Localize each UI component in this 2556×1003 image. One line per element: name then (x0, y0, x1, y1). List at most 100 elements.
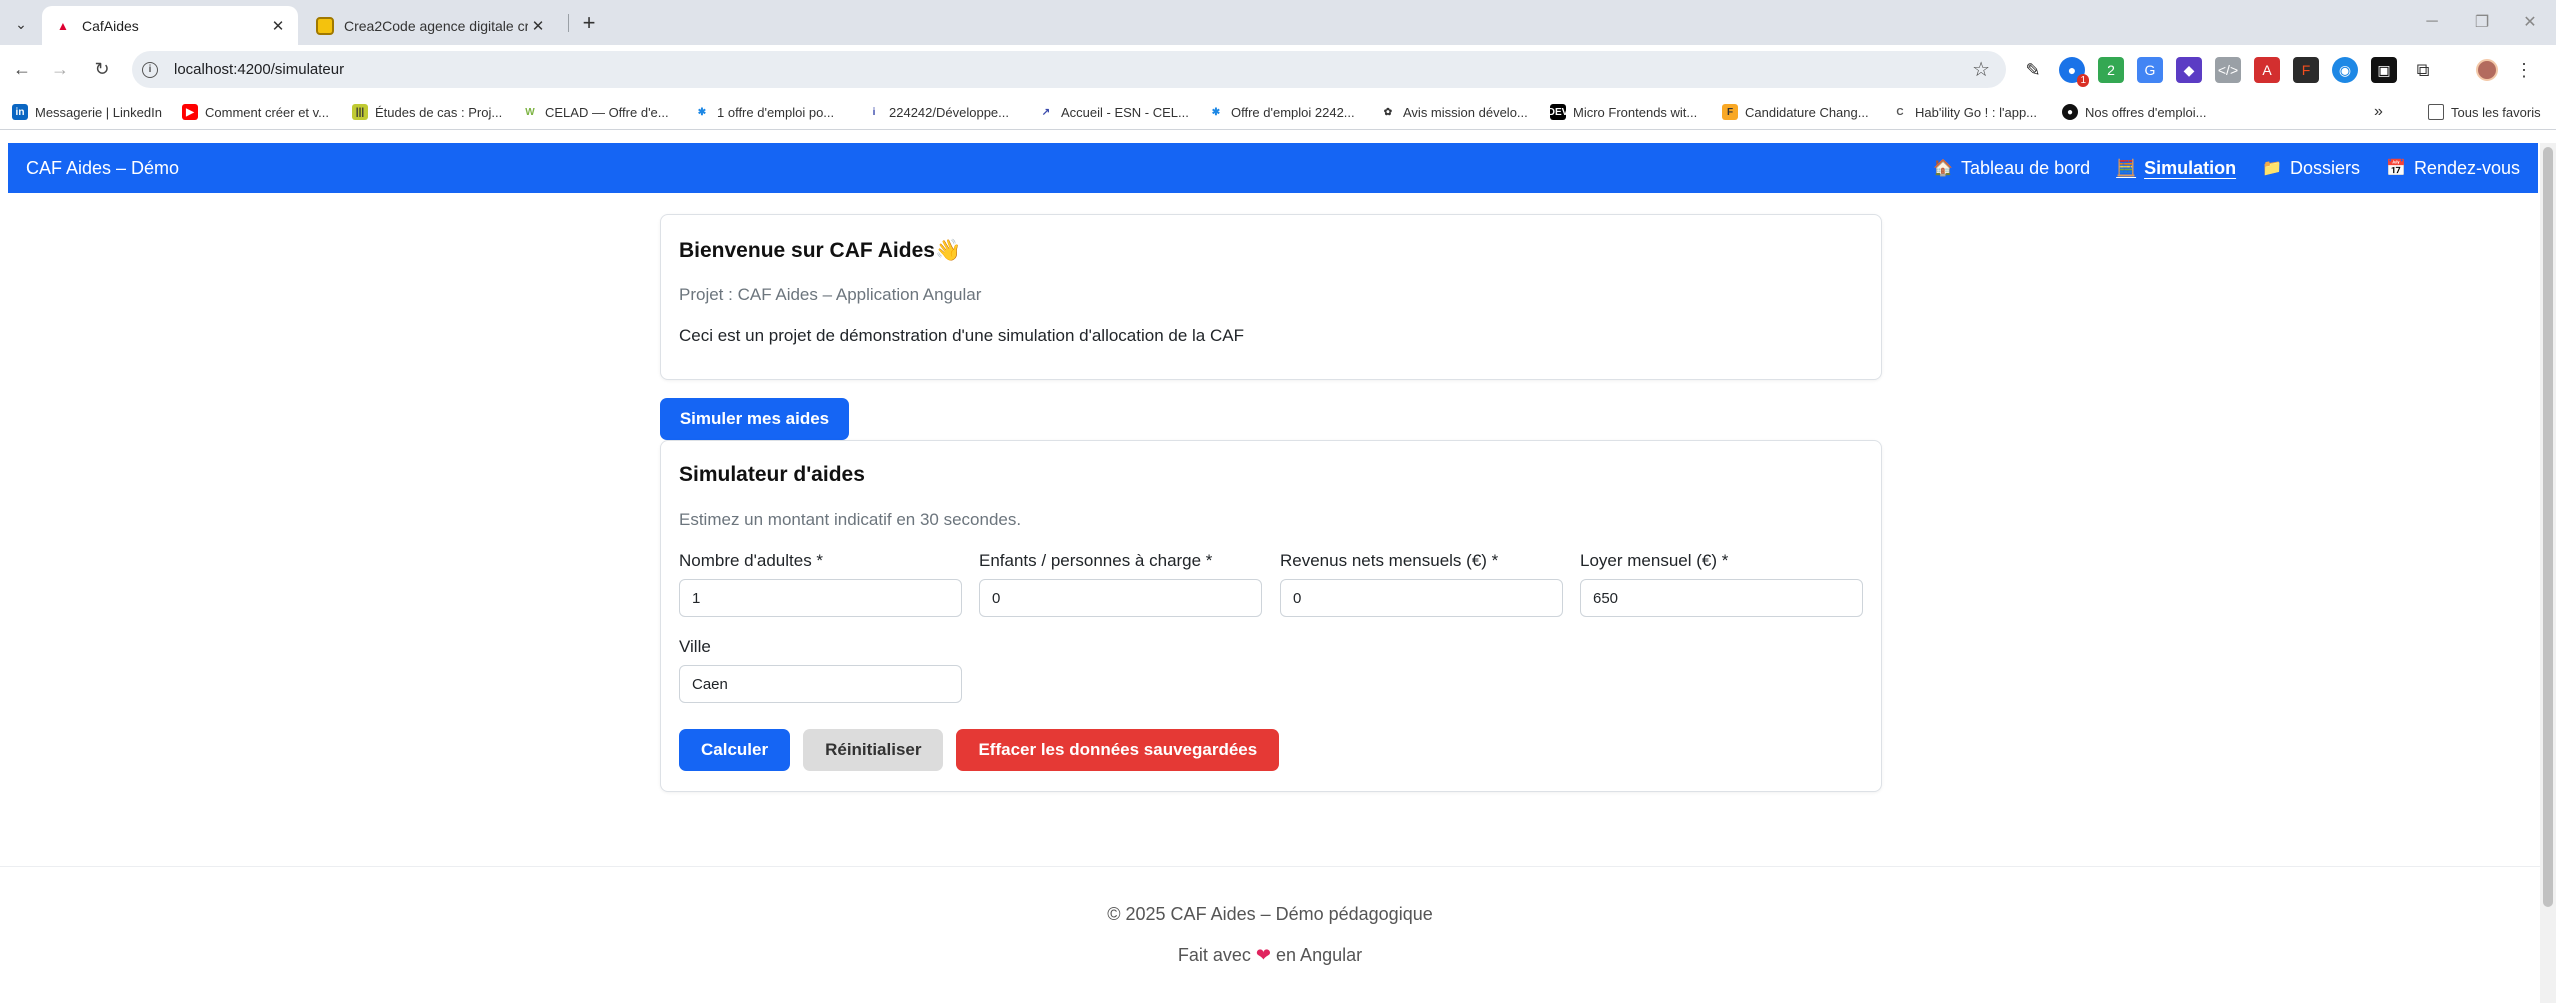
extension-2-icon[interactable]: 2 (2098, 57, 2124, 83)
app-viewport: CAF Aides – Démo 🏠 Tableau de bord 🧮 Simul… (0, 131, 2556, 1003)
browser-tab-strip: ⌄ ▲ CafAides ✕ Crea2Code agence digitale… (0, 0, 2556, 45)
reset-button[interactable]: Réinitialiser (803, 729, 944, 771)
bookmark-item[interactable]: ● Nos offres d'emploi... (2062, 102, 2206, 122)
divider (2449, 57, 2463, 83)
nav-dashboard[interactable]: 🏠 Tableau de bord (1933, 158, 2090, 179)
calculate-button[interactable]: Calculer (679, 729, 791, 771)
all-bookmarks[interactable]: Tous les favoris (2428, 102, 2541, 122)
kebab-menu-icon[interactable]: ⋮ (2511, 57, 2537, 83)
extensions-puzzle-icon[interactable]: ⧉ (2410, 57, 2436, 83)
nav-rendez-vous[interactable]: 📅 Rendez-vous (2386, 158, 2520, 179)
folder-icon (2428, 104, 2444, 120)
f-icon: F (1722, 104, 1738, 120)
simulator-title: Simulateur d'aides (679, 463, 865, 486)
footer-copyright: © 2025 CAF Aides – Démo pédagogique (1107, 904, 1433, 924)
openai-icon: ✿ (1380, 104, 1396, 120)
extension-badge-icon[interactable]: ● 1 (2059, 57, 2089, 87)
restore-icon[interactable]: ❐ (2460, 8, 2504, 36)
browser-toolbar: ← → ↻ i localhost:4200/simulateur ☆ ✎ ● 1… (0, 45, 2556, 94)
minimize-icon[interactable]: ─ (2410, 8, 2454, 36)
tab-title: CafAides (82, 17, 139, 34)
bookmark-item[interactable]: ▶ Comment créer et v... (182, 102, 329, 122)
city-input[interactable] (679, 665, 962, 703)
youtube-icon: ▶ (182, 104, 198, 120)
reload-icon[interactable]: ↻ (88, 55, 116, 83)
tab-title: Crea2Code agence digitale créa (344, 17, 528, 34)
extensions-row: ✎ ● 1 2 G ◆ </> A F ◉ ▣ ⧉ ⋮ (2020, 55, 2537, 87)
bookmark-item[interactable]: ✱ 1 offre d'emploi po... (694, 102, 834, 122)
bookmark-star-icon[interactable]: ☆ (1972, 57, 1990, 82)
address-bar[interactable]: i localhost:4200/simulateur ☆ (132, 51, 2006, 88)
bookmark-item[interactable]: ✿ Avis mission dévelo... (1380, 102, 1528, 122)
adults-field: Nombre d'adultes * (679, 551, 962, 617)
crea2code-icon (316, 16, 334, 35)
window-close-icon[interactable]: ✕ (2508, 8, 2552, 36)
terminal-icon[interactable]: ▣ (2371, 57, 2397, 83)
close-icon[interactable]: ✕ (528, 16, 548, 36)
waving-hand-icon: 👋 (934, 239, 962, 262)
new-tab-plus-icon[interactable]: + (576, 10, 602, 36)
heart-icon: ❤ (1255, 945, 1272, 965)
bookmark-item[interactable]: DEV Micro Frontends wit... (1548, 102, 1697, 122)
profile-avatar[interactable] (2476, 59, 2498, 81)
more-bookmarks-chevron-icon[interactable]: » (2374, 102, 2383, 122)
home-icon: 🏠 (1933, 160, 1954, 177)
linkedin-icon: in (12, 104, 28, 120)
bookmark-item[interactable]: ↗ Accueil - ESN - CEL... (1038, 102, 1189, 122)
angular-icon: ▲ (57, 18, 69, 33)
pdf-icon[interactable]: A (2254, 57, 2280, 83)
simulator-actions: Calculer Réinitialiser Effacer les donné… (679, 729, 1280, 771)
c-icon: C (1892, 104, 1908, 120)
asterisk-icon: ✱ (694, 104, 710, 120)
eyedropper-icon[interactable]: ✎ (2020, 57, 2046, 83)
city-label: Ville (679, 637, 711, 656)
adults-input[interactable] (679, 579, 962, 617)
project-description: Ceci est un projet de démonstration d'un… (679, 326, 1244, 345)
tab-cafaides[interactable]: ▲ CafAides ✕ (42, 6, 298, 45)
tab-search-chevron-icon[interactable]: ⌄ (8, 11, 34, 37)
page-scrollbar[interactable] (2540, 143, 2556, 1003)
rent-field: Loyer mensuel (€) * (1580, 551, 1863, 617)
dev-icon: DEV (1548, 104, 1568, 120)
translate-icon[interactable]: G (2137, 57, 2163, 83)
welcome-card: Bienvenue sur CAF Aides👋 Projet : CAF Ai… (660, 214, 1882, 380)
rent-input[interactable] (1580, 579, 1863, 617)
layers-icon[interactable]: ◆ (2176, 57, 2202, 83)
scrollbar-thumb[interactable] (2543, 147, 2553, 907)
url-text[interactable]: localhost:4200/simulateur (174, 61, 344, 78)
bookmark-item[interactable]: ✱ Offre d'emploi 2242... (1208, 102, 1355, 122)
abacus-icon: 🧮 (2116, 160, 2137, 177)
globe-icon[interactable]: ◉ (2332, 57, 2358, 83)
bookmark-item[interactable]: in Messagerie | LinkedIn (12, 102, 162, 122)
nav-dossiers[interactable]: 📁 Dossiers (2262, 158, 2360, 179)
income-field: Revenus nets mensuels (€) * (1280, 551, 1563, 617)
bookmark-item[interactable]: i 224242/Développe... (866, 102, 1009, 122)
income-input[interactable] (1280, 579, 1563, 617)
bookmark-item[interactable]: F Candidature Chang... (1722, 102, 1869, 122)
app-brand[interactable]: CAF Aides – Démo (26, 158, 179, 179)
simulator-subtitle: Estimez un montant indicatif en 30 secon… (679, 510, 1022, 529)
nav-label: Rendez-vous (2413, 157, 2520, 178)
site-info-icon[interactable]: i (142, 61, 158, 78)
code-icon[interactable]: </> (2215, 57, 2241, 83)
children-input[interactable] (979, 579, 1262, 617)
bars-icon: ||| (352, 104, 368, 120)
footer-made-with: Fait avec ❤ en Angular (1177, 945, 1363, 965)
forward-arrow-icon[interactable]: → (46, 55, 74, 83)
simulate-aids-button[interactable]: Simuler mes aides (660, 398, 849, 440)
tab-crea2code[interactable]: Crea2Code agence digitale créa ✕ (300, 6, 558, 45)
footer-divider (0, 866, 2540, 867)
bookmark-item[interactable]: W CELAD — Offre d'e... (522, 102, 669, 122)
bookmark-item[interactable]: ||| Études de cas : Proj... (352, 102, 502, 122)
bookmarks-bar: in Messagerie | LinkedIn ▶ Comment créer e… (0, 94, 2556, 130)
nav-simulation[interactable]: 🧮 Simulation (2116, 158, 2236, 179)
figma-icon[interactable]: F (2293, 57, 2319, 83)
close-icon[interactable]: ✕ (268, 16, 288, 36)
rent-label: Loyer mensuel (€) * (1580, 551, 1729, 570)
asterisk-icon: ✱ (1208, 104, 1224, 120)
welcome-title: Bienvenue sur CAF Aides👋 (679, 239, 962, 262)
back-arrow-icon[interactable]: ← (8, 55, 36, 83)
adults-label: Nombre d'adultes * (679, 551, 824, 570)
bookmark-item[interactable]: C Hab'ility Go ! : l'app... (1892, 102, 2037, 122)
clear-saved-data-button[interactable]: Effacer les données sauvegardées (956, 729, 1280, 771)
